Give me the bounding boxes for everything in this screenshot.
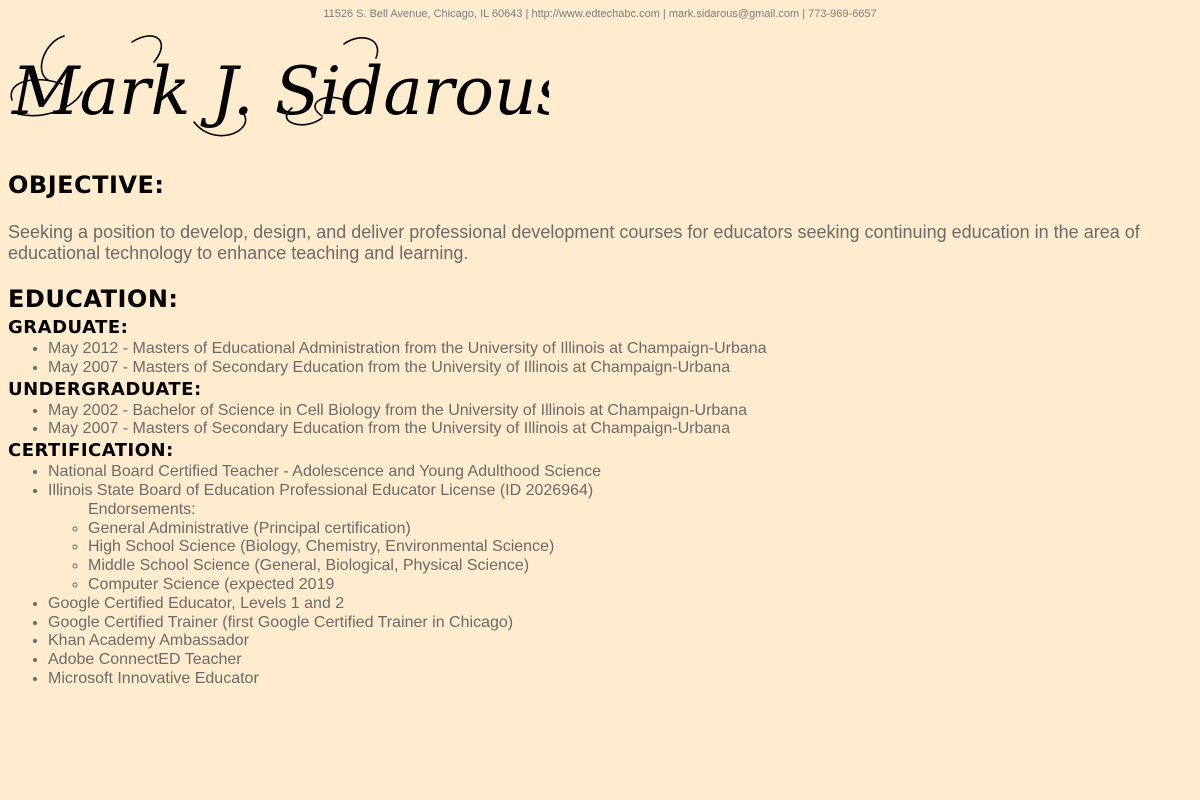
graduate-list: May 2012 - Masters of Educational Admini…	[8, 340, 1192, 378]
list-item: May 2002 - Bachelor of Science in Cell B…	[48, 402, 1192, 421]
endorsement-item: Computer Science (expected 2019	[88, 576, 1192, 595]
objective-text: Seeking a position to develop, design, a…	[8, 222, 1140, 263]
undergraduate-heading: UNDERGRADUATE:	[8, 378, 202, 400]
contact-line: 11526 S. Bell Avenue, Chicago, IL 60643 …	[323, 8, 877, 20]
list-item: May 2012 - Masters of Educational Admini…	[48, 340, 1192, 359]
list-item: Google Certified Educator, Levels 1 and …	[48, 595, 1192, 614]
objective-heading: OBJECTIVE:	[8, 171, 165, 199]
endorsements-list: General Administrative (Principal certif…	[48, 520, 1192, 595]
signature-text: Mark J. Sidarous	[11, 53, 549, 130]
certification-heading: CERTIFICATION:	[8, 440, 174, 462]
graduate-heading: GRADUATE:	[8, 317, 129, 338]
license-text: Illinois State Board of Education Profes…	[48, 481, 594, 499]
list-item: Adobe ConnectED Teacher	[48, 651, 1192, 670]
list-item: Khan Academy Ambassador	[48, 632, 1192, 651]
list-item: May 2007 - Masters of Secondary Educatio…	[48, 420, 1192, 439]
endorsement-item: General Administrative (Principal certif…	[88, 520, 1192, 539]
education-heading: EDUCATION:	[8, 285, 179, 313]
list-item: May 2007 - Masters of Secondary Educatio…	[48, 359, 1192, 378]
endorsement-item: Middle School Science (General, Biologic…	[88, 557, 1192, 576]
signature-logo: Mark J. Sidarous	[4, 22, 549, 142]
endorsement-item: High School Science (Biology, Chemistry,…	[88, 538, 1192, 557]
list-item: Illinois State Board of Education Profes…	[48, 482, 1192, 595]
list-item: National Board Certified Teacher - Adole…	[48, 463, 1192, 482]
list-item: Microsoft Innovative Educator	[48, 670, 1192, 689]
undergraduate-list: May 2002 - Bachelor of Science in Cell B…	[8, 402, 1192, 440]
certification-list: National Board Certified Teacher - Adole…	[8, 463, 1192, 689]
list-item: Google Certified Trainer (first Google C…	[48, 614, 1192, 633]
endorsements-label: Endorsements:	[88, 500, 196, 518]
resume-content: OBJECTIVE: Seeking a position to develop…	[8, 168, 1192, 689]
